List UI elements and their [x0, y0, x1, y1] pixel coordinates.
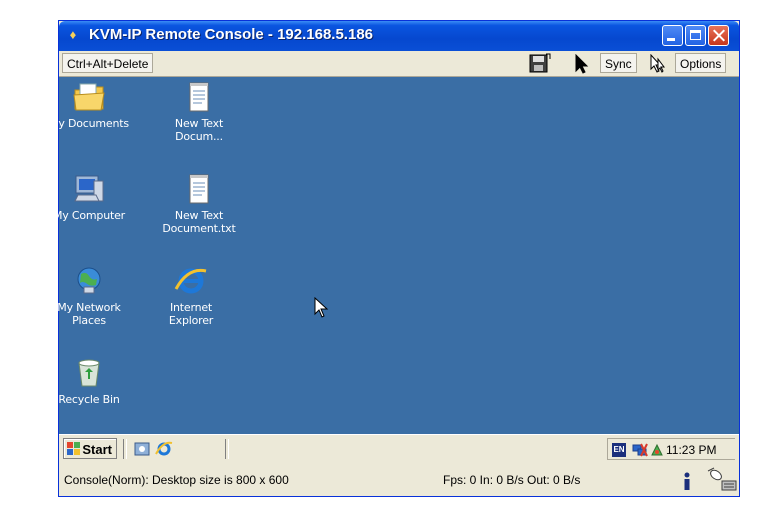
desktop-icon-recycle-bin[interactable]: Recycle Bin [49, 357, 129, 406]
sync-button[interactable]: Sync [600, 53, 637, 73]
keyboard-mouse-icon[interactable] [704, 467, 738, 493]
desktop-icon-my-documents[interactable]: My Documents [49, 81, 129, 130]
internet-explorer-quicklaunch-icon[interactable] [155, 440, 173, 458]
desktop-icon-internet-explorer[interactable]: Internet Explorer [151, 265, 231, 327]
console-status-text: Console(Norm): Desktop size is 800 x 600 [64, 473, 289, 487]
desktop-icon-new-text-document-txt[interactable]: New Text Document.txt [159, 173, 239, 235]
text-document-icon [189, 82, 209, 112]
minimize-button[interactable] [662, 25, 683, 46]
desktop-icon-label: New Text Document.txt [162, 209, 236, 235]
desktop-icon-label: My Documents [49, 117, 129, 130]
ctrl-alt-delete-button[interactable]: Ctrl+Alt+Delete [62, 53, 154, 73]
desktop-icon-my-network-places[interactable]: My Network Places [49, 265, 129, 327]
taskbar-separator [225, 439, 229, 459]
desktop-icon-label: New Text Docum... [174, 117, 224, 143]
network-places-icon [77, 267, 101, 294]
options-button[interactable]: Options [675, 53, 727, 73]
text-document-icon [189, 174, 209, 204]
my-documents-icon [73, 83, 105, 111]
app-icon: ♦ [69, 27, 77, 42]
desktop-icon-label: Internet Explorer [168, 301, 214, 327]
status-bar: Console(Norm): Desktop size is 800 x 600… [59, 463, 739, 496]
remote-taskbar: Start EN 11:23 PM [59, 434, 739, 463]
desktop-icon-label: My Network Places [57, 301, 121, 327]
desktop-icon-my-computer[interactable]: My Computer [49, 173, 129, 222]
remote-desktop[interactable]: My Documents New Text Docum... My Comput… [49, 77, 739, 434]
pointer-icon[interactable] [572, 54, 592, 74]
tray-app-icon[interactable] [650, 443, 664, 457]
windows-flag-icon [67, 442, 80, 455]
desktop-icon-label: My Computer [53, 209, 125, 222]
console-toolbar: Ctrl+Alt+Delete Sync Options [59, 51, 739, 77]
language-indicator[interactable]: EN [612, 443, 626, 457]
dual-pointer-icon[interactable] [648, 54, 668, 74]
window-title: KVM-IP Remote Console - 192.168.5.186 [89, 26, 374, 43]
start-button[interactable]: Start [63, 438, 117, 459]
desktop-icon-label: Recycle Bin [58, 393, 120, 406]
title-bar[interactable]: ♦ KVM-IP Remote Console - 192.168.5.186 [59, 21, 739, 51]
kvm-console-window: ♦ KVM-IP Remote Console - 192.168.5.186 … [49, 20, 740, 497]
taskbar-separator [123, 439, 127, 459]
mouse-cursor-icon [314, 297, 329, 318]
internet-explorer-icon [174, 268, 207, 294]
recycle-bin-icon [78, 359, 100, 387]
close-button[interactable] [708, 25, 729, 46]
taskbar-clock: 11:23 PM [666, 443, 717, 457]
my-computer-icon [74, 175, 104, 202]
info-icon[interactable] [682, 471, 692, 491]
start-label: Start [82, 442, 112, 457]
system-tray: EN 11:23 PM [607, 438, 735, 460]
floppy-save-icon[interactable] [529, 53, 551, 73]
desktop-icon-new-text-document[interactable]: New Text Docum... [159, 81, 239, 143]
maximize-button[interactable] [685, 25, 706, 46]
show-desktop-icon[interactable] [133, 440, 151, 458]
throughput-status-text: Fps: 0 In: 0 B/s Out: 0 B/s [443, 473, 581, 487]
network-tray-icon[interactable] [632, 443, 648, 457]
